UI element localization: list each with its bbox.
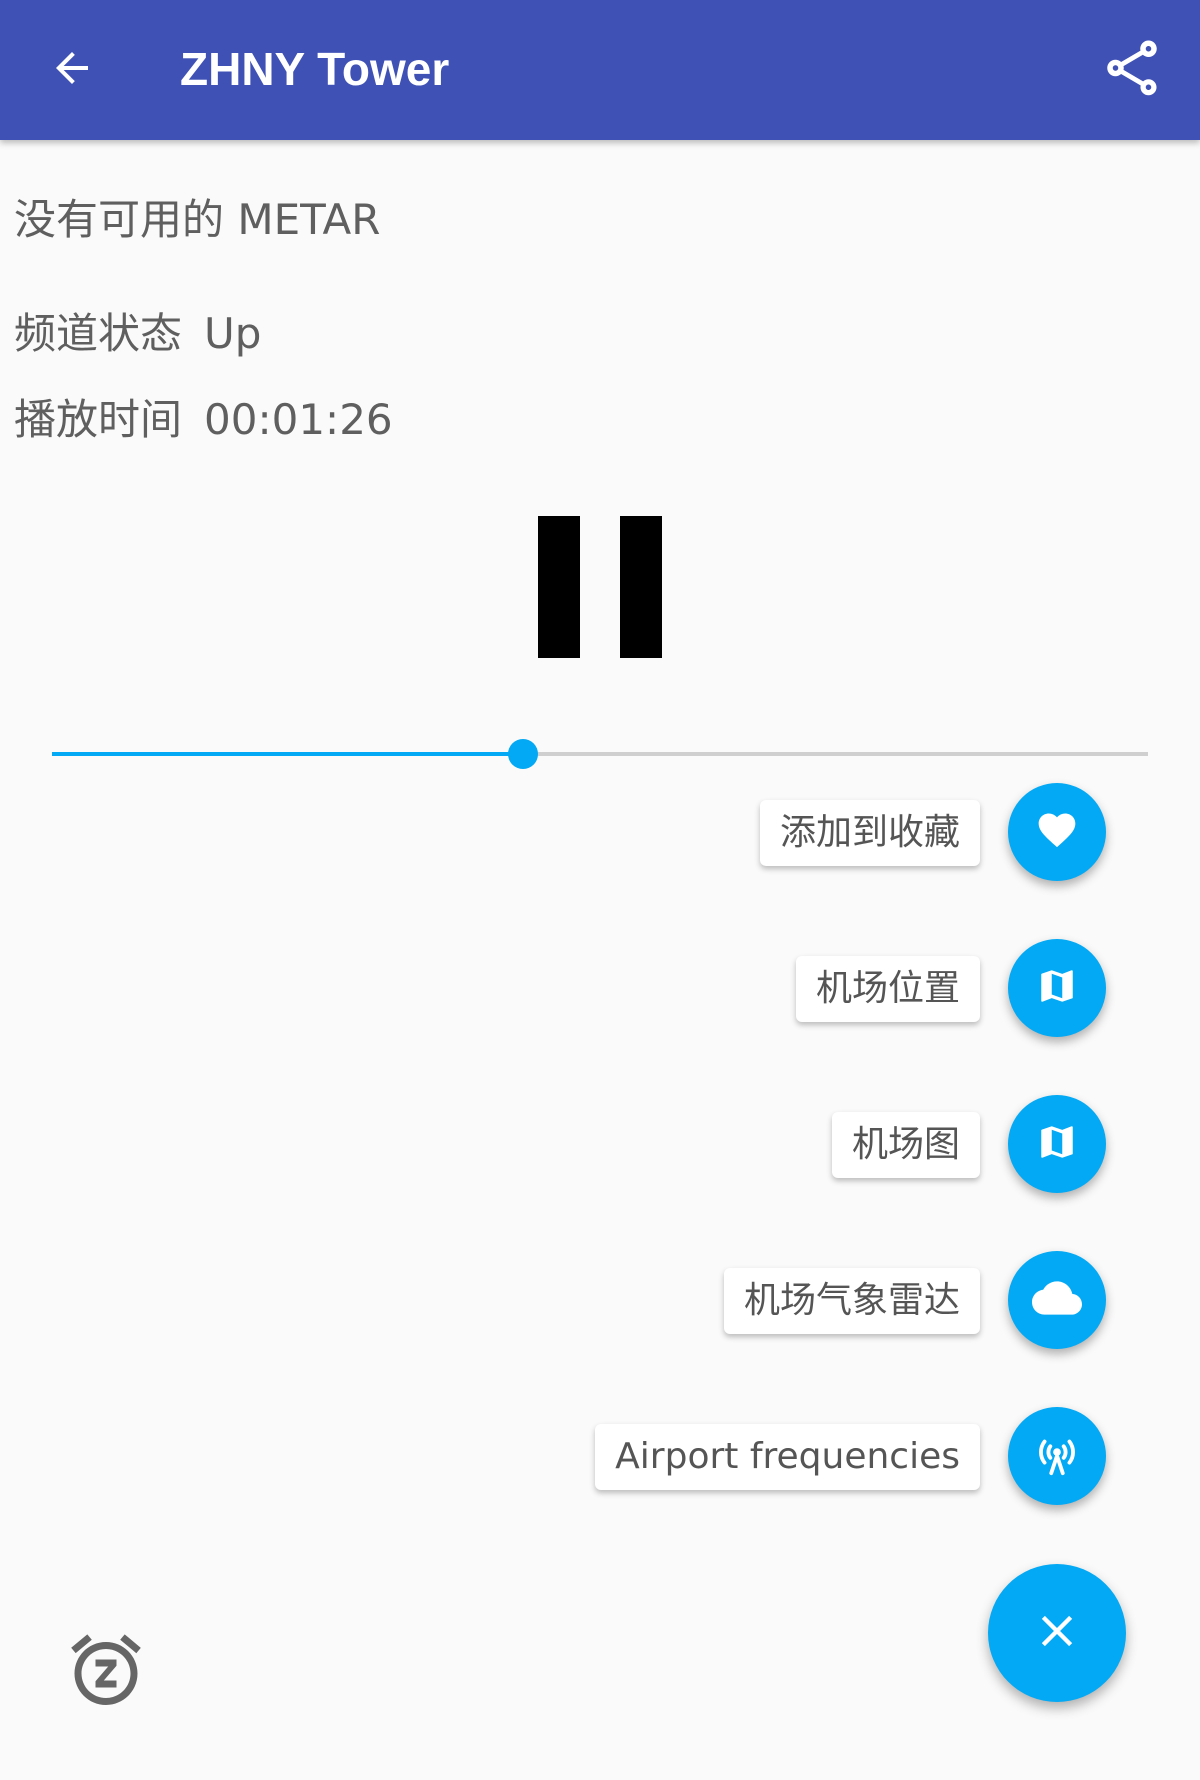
fab-label-airport-diagram[interactable]: 机场图: [831, 1112, 980, 1178]
back-button[interactable]: [40, 38, 104, 102]
seek-bar[interactable]: [52, 739, 1148, 769]
radio-tower-icon: [1034, 1431, 1080, 1481]
play-time-label: 播放时间: [14, 395, 183, 444]
play-time-row: 播放时间 00:01:26: [14, 386, 393, 447]
app-title: ZHNY Tower: [180, 43, 450, 95]
fab-label-add-favorite[interactable]: 添加到收藏: [759, 800, 980, 866]
sleep-timer-button[interactable]: [64, 1630, 148, 1714]
pause-bar-right: [620, 516, 662, 658]
share-icon: [1099, 35, 1165, 105]
seek-bar-thumb[interactable]: [508, 739, 539, 769]
channel-status-row: 频道状态 Up: [14, 300, 261, 361]
pause-bar-left: [538, 516, 580, 658]
map-icon: [1036, 1121, 1078, 1167]
seek-bar-progress: [52, 752, 524, 756]
pause-button[interactable]: [538, 516, 662, 658]
app-bar: ZHNY Tower: [0, 0, 1200, 140]
add-favorite-button[interactable]: [1008, 783, 1106, 881]
fab-label-weather-radar[interactable]: 机场气象雷达: [723, 1268, 980, 1334]
airport-location-button[interactable]: [1008, 939, 1106, 1037]
share-button[interactable]: [1094, 32, 1170, 108]
channel-status-value: Up: [204, 309, 262, 358]
snooze-alarm-icon: [64, 1628, 148, 1716]
map-icon: [1036, 965, 1078, 1011]
heart-icon: [1035, 808, 1079, 856]
airport-frequencies-button[interactable]: [1008, 1407, 1106, 1505]
cloud-icon: [1032, 1273, 1082, 1327]
weather-radar-button[interactable]: [1008, 1251, 1106, 1349]
metar-text: 没有可用的 METAR: [14, 195, 381, 244]
play-time-value: 00:01:26: [204, 395, 393, 444]
fab-label-airport-frequencies[interactable]: Airport frequencies: [595, 1424, 980, 1490]
fab-close-button[interactable]: [988, 1564, 1126, 1702]
fab-label-airport-location[interactable]: 机场位置: [795, 956, 980, 1022]
channel-status-label: 频道状态: [14, 309, 183, 358]
close-icon: [1031, 1605, 1083, 1661]
arrow-back-icon: [48, 44, 96, 96]
airport-diagram-button[interactable]: [1008, 1095, 1106, 1193]
